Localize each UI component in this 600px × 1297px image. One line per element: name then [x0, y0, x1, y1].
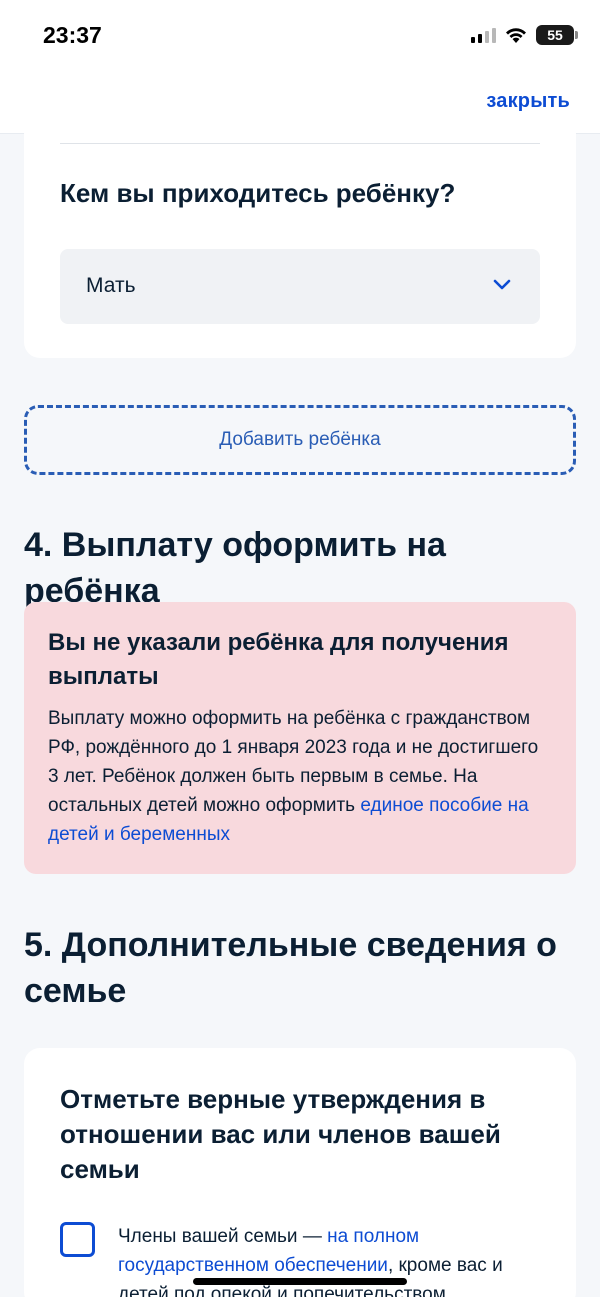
- family-info-card: Отметьте верные утверждения в отношении …: [24, 1048, 576, 1297]
- status-bar: 23:37 55: [0, 0, 600, 72]
- relation-question: Кем вы приходитесь ребёнку?: [60, 178, 456, 208]
- state-support-checkbox-label: Члены вашей семьи — на полном государств…: [118, 1222, 548, 1297]
- wifi-icon: [506, 28, 526, 43]
- relation-card: Кем вы приходитесь ребёнку? Мать: [24, 118, 576, 358]
- section-5-title: 5. Дополнительные сведения о семье: [24, 926, 557, 1010]
- home-indicator: [193, 1278, 407, 1285]
- divider: [60, 143, 540, 144]
- cellular-signal-icon: [471, 27, 496, 43]
- add-child-button[interactable]: Добавить ребёнка: [24, 405, 576, 475]
- status-icons: 55: [471, 25, 578, 45]
- alert-title: Вы не указали ребёнка для получения выпл…: [48, 629, 509, 690]
- status-time: 23:37: [43, 22, 102, 48]
- close-button[interactable]: закрыть: [486, 90, 570, 113]
- relation-select-value: Мать: [86, 274, 136, 297]
- warning-alert: Вы не указали ребёнка для получения выпл…: [24, 602, 576, 874]
- relation-select[interactable]: Мать: [60, 249, 540, 324]
- section-4-title: 4. Выплату оформить на ребёнка: [24, 526, 446, 610]
- state-support-checkbox[interactable]: [60, 1222, 95, 1257]
- checkbox-label-text: Члены вашей семьи —: [118, 1226, 328, 1247]
- alert-text: Выплату можно оформить на ребёнка с граж…: [48, 704, 552, 849]
- battery-icon: 55: [536, 25, 578, 45]
- chevron-down-icon: [493, 279, 511, 290]
- family-info-card-title: Отметьте верные утверждения в отношении …: [60, 1084, 501, 1184]
